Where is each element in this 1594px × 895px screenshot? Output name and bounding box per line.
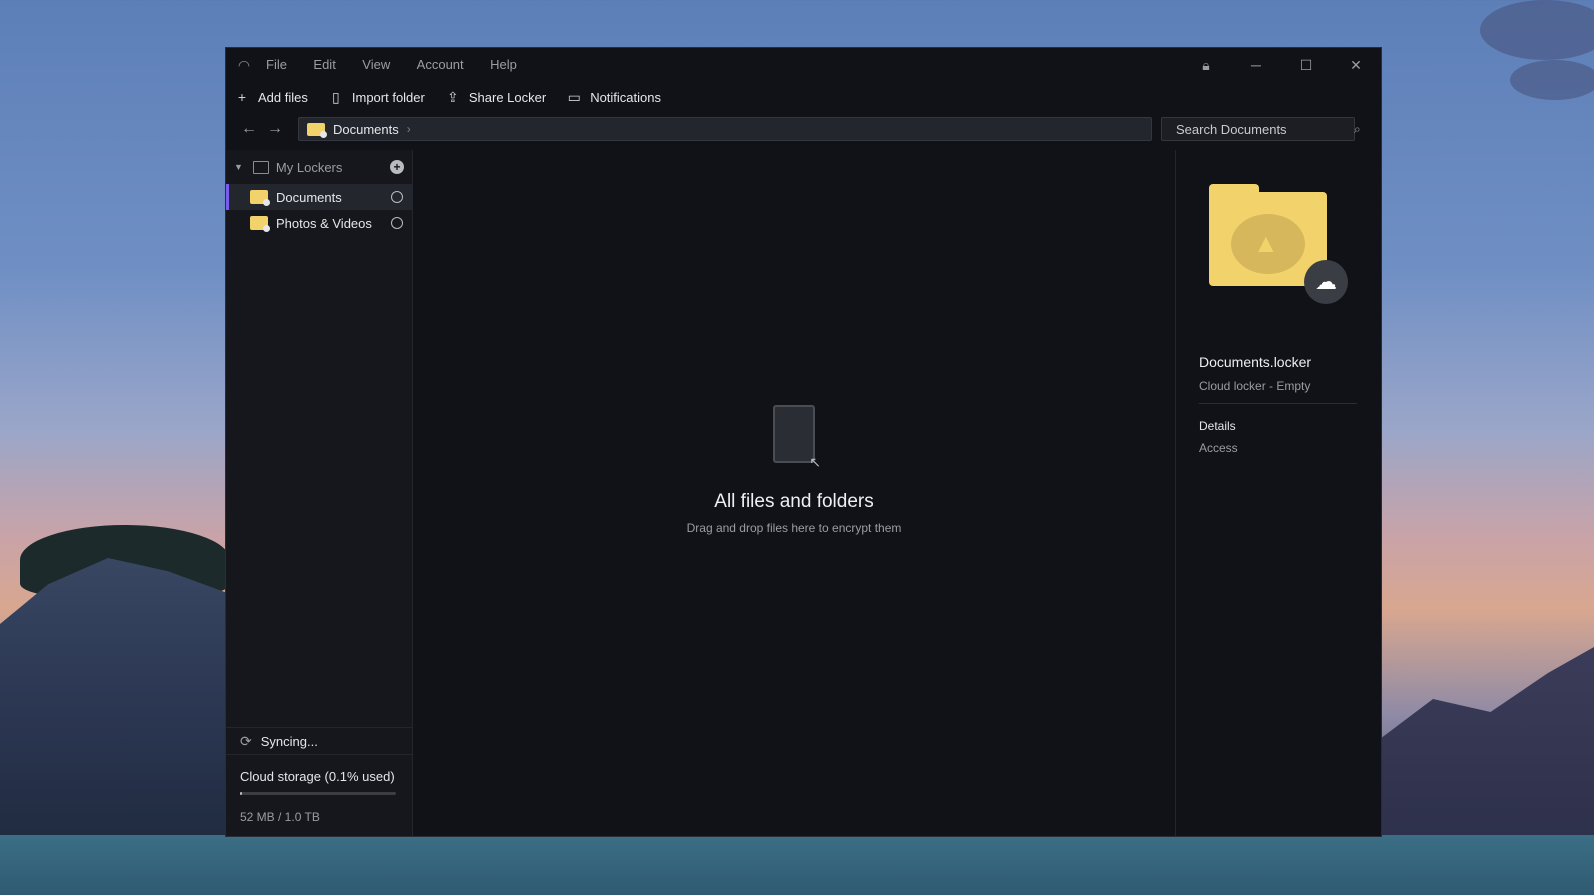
sync-status-icon [391,191,403,203]
close-button[interactable]: ✕ [1331,57,1381,74]
sidebar-item-documents[interactable]: Documents [226,184,412,210]
sync-status: ⟳ Syncing... [226,727,412,755]
locker-status: Cloud locker - Empty [1199,379,1311,393]
sync-status-icon [391,217,403,229]
sidebar: ▼ My Lockers + Documents Photos & Videos… [226,150,413,836]
notifications-button[interactable]: ▭ Notifications [566,89,661,106]
notifications-label: Notifications [590,89,661,105]
access-tab[interactable]: Access [1199,441,1238,455]
menu-view[interactable]: View [362,57,390,72]
share-locker-label: Share Locker [468,89,547,105]
back-arrow-icon[interactable]: ← [236,120,262,138]
refresh-icon: ⟳ [240,732,252,749]
bg-cloud [1510,60,1594,100]
app-window: ◠ File Edit View Account Help 🔒︎ ─ ☐ ✕ +… [225,47,1382,837]
empty-state-subtitle: Drag and drop files here to encrypt them [686,521,902,535]
chat-bubble-icon: ▭ [567,88,581,105]
storage-size: 52 MB / 1.0 TB [240,810,320,824]
import-icon: ▯ [332,88,340,105]
sidebar-footer: ⟳ Syncing... Cloud storage (0.1% used) 5… [226,727,412,836]
storage-progress-bar [240,792,396,795]
menu-edit[interactable]: Edit [313,57,335,72]
import-folder-button[interactable]: ▯ Import folder [328,89,425,106]
details-tab[interactable]: Details [1199,419,1236,433]
storage-panel: Cloud storage (0.1% used) 52 MB / 1.0 TB [226,755,412,836]
window-controls: 🔒︎ ─ ☐ ✕ [1181,48,1381,82]
storage-progress-fill [240,792,242,795]
locker-name: Documents.locker [1199,354,1312,370]
minimize-button[interactable]: ─ [1231,57,1281,73]
cloud-icon: ☁ [1304,260,1348,304]
breadcrumb[interactable]: Documents [333,122,399,137]
cloud-folder-icon [250,190,270,206]
add-files-label: Add files [258,89,308,105]
address-bar[interactable]: Documents › [298,117,1152,141]
empty-state: All files and folders Drag and drop file… [413,405,1175,535]
sidebar-item-label: Photos & Videos [276,215,372,231]
bg-sea [0,835,1594,895]
cloud-folder-icon [250,216,270,232]
lock-icon[interactable]: 🔒︎ [1181,57,1231,74]
search-box[interactable]: ⌕ [1161,117,1361,141]
lockers-icon [252,160,269,174]
my-lockers-label: My Lockers [275,159,343,175]
menu-file[interactable]: File [266,57,287,72]
bg-cliff-right [1364,647,1594,855]
storage-title: Cloud storage (0.1% used) [240,769,395,784]
content-area: ▼ My Lockers + Documents Photos & Videos… [226,150,1381,836]
bg-cloud [1480,0,1594,60]
share-icon: ⇪ [446,88,459,105]
menu-bar: File Edit View Account Help [266,56,539,74]
forward-arrow-icon[interactable]: → [262,120,288,138]
app-logo-icon: ◠ [237,57,251,73]
document-drop-icon [773,405,821,471]
sidebar-item-photos-videos[interactable]: Photos & Videos [226,210,412,236]
import-folder-label: Import folder [351,89,425,105]
file-list-area[interactable]: All files and folders Drag and drop file… [413,150,1175,836]
menu-help[interactable]: Help [490,57,517,72]
divider [1199,403,1357,404]
sync-status-label: Syncing... [260,733,318,749]
plus-icon: + [237,89,247,105]
folder-icon [307,122,327,138]
add-locker-icon[interactable]: + [390,160,404,174]
navigation-bar: ← → Documents › ⌕ [226,112,1381,146]
search-input[interactable] [1174,120,1354,138]
title-bar: ◠ File Edit View Account Help 🔒︎ ─ ☐ ✕ [226,48,1381,82]
caret-down-icon[interactable]: ▼ [234,162,243,172]
share-locker-button[interactable]: ⇪ Share Locker [445,89,546,106]
chevron-right-icon[interactable]: › [407,122,411,136]
mountain-emblem-icon [1231,214,1305,274]
my-lockers-header[interactable]: ▼ My Lockers + [226,150,412,184]
maximize-button[interactable]: ☐ [1281,57,1331,74]
search-icon[interactable]: ⌕ [1354,122,1361,137]
add-files-button[interactable]: + Add files [234,89,308,105]
toolbar: + Add files ▯ Import folder ⇪ Share Lock… [226,82,1381,112]
empty-state-title: All files and folders [714,491,874,512]
sidebar-item-label: Documents [276,189,342,205]
details-panel: ☁ Documents.locker Cloud locker - Empty … [1175,150,1381,836]
menu-account[interactable]: Account [417,57,464,72]
